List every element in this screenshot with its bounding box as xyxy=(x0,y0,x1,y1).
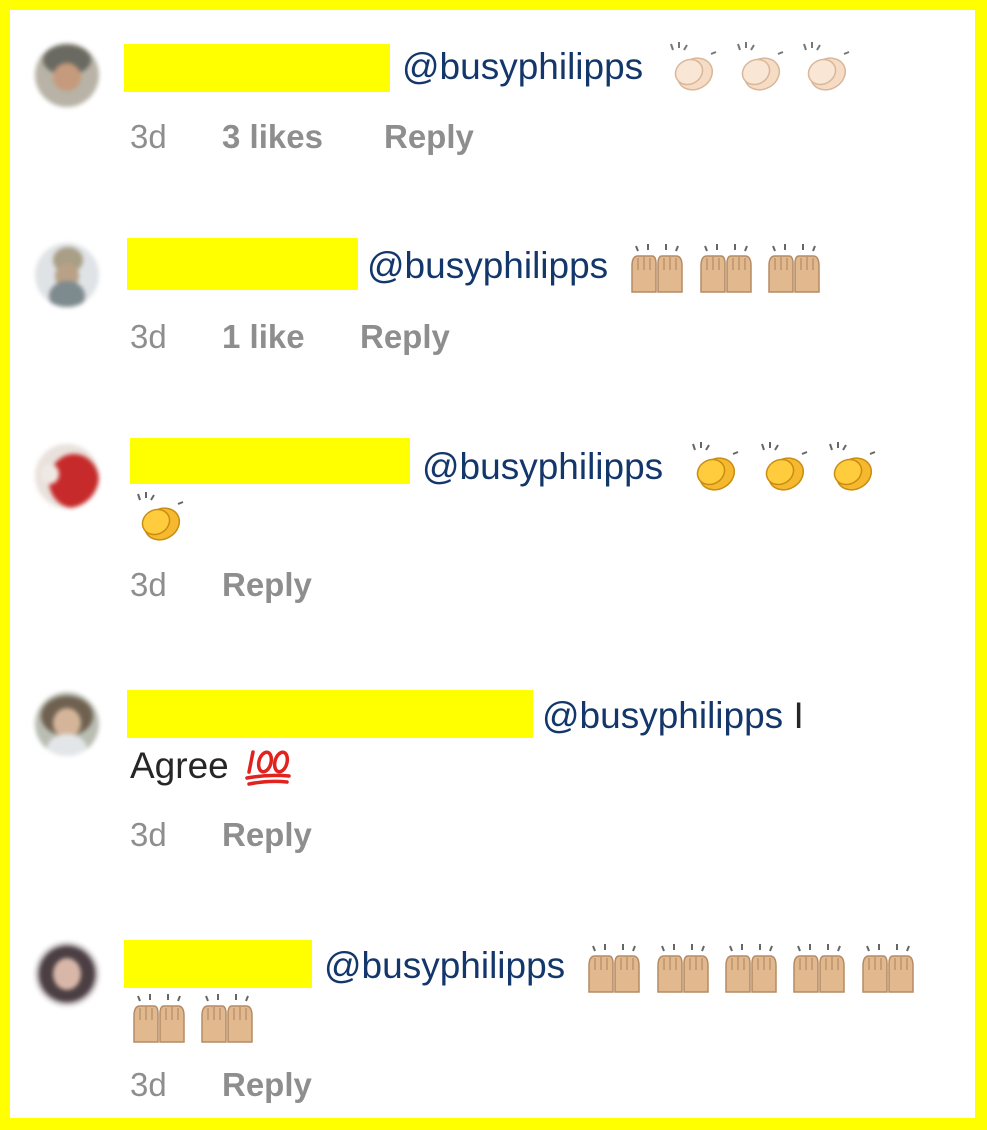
comment-word: Agree xyxy=(130,745,229,786)
clapping-hands-icon xyxy=(670,42,717,91)
emoji-group xyxy=(685,442,880,496)
emoji-group xyxy=(628,243,823,294)
clapping-hands-icon xyxy=(829,442,876,491)
username-redacted[interactable] xyxy=(127,690,533,738)
reply-button[interactable]: Reply xyxy=(384,118,474,156)
comment-word: I xyxy=(793,695,804,736)
timestamp: 3d xyxy=(130,566,167,603)
clapping-hands-icon xyxy=(137,492,184,541)
timestamp: 3d xyxy=(130,816,167,853)
mention-link[interactable]: @busyphilipps xyxy=(402,46,643,87)
timestamp: 3d xyxy=(130,1066,167,1103)
comment-text-continued: Agree xyxy=(130,742,293,790)
raising-hands-icon xyxy=(861,943,914,993)
clapping-hands-icon xyxy=(803,42,850,91)
avatar[interactable] xyxy=(35,243,99,307)
username-redacted[interactable] xyxy=(124,44,390,92)
reply-button[interactable]: Reply xyxy=(360,318,450,356)
clapping-hands-icon xyxy=(692,442,739,491)
clapping-hands-icon xyxy=(736,42,784,91)
username-redacted[interactable] xyxy=(127,238,358,290)
raising-hands-icon xyxy=(793,943,846,993)
avatar[interactable] xyxy=(35,43,99,107)
mention-link[interactable]: @busyphilipps xyxy=(367,245,608,286)
comment-text: @busyphilipps xyxy=(324,942,917,994)
raising-hands-icon xyxy=(700,243,752,293)
comment-text: @busyphilipps I xyxy=(542,692,804,740)
likes-count[interactable]: 1 like xyxy=(222,318,305,356)
raising-hands-icon xyxy=(768,243,820,293)
hundred-points-icon xyxy=(245,750,291,786)
username-redacted[interactable] xyxy=(130,438,410,484)
mention-link[interactable]: @busyphilipps xyxy=(542,695,783,736)
reply-button[interactable]: Reply xyxy=(222,1066,312,1104)
timestamp: 3d xyxy=(130,318,167,355)
emoji-group xyxy=(585,943,916,994)
clapping-hands-icon xyxy=(760,442,808,491)
avatar[interactable] xyxy=(35,942,99,1006)
raising-hands-icon xyxy=(657,943,709,993)
reply-button[interactable]: Reply xyxy=(222,816,312,854)
username-redacted[interactable] xyxy=(124,940,312,988)
emoji-group xyxy=(665,42,854,96)
comment-text: @busyphilipps xyxy=(367,242,823,294)
raising-hands-icon xyxy=(133,993,185,1043)
raising-hands-icon xyxy=(201,993,254,1043)
raising-hands-icon xyxy=(725,943,777,993)
reply-button[interactable]: Reply xyxy=(222,566,312,604)
timestamp: 3d xyxy=(130,118,167,155)
likes-count[interactable]: 3 likes xyxy=(222,118,323,156)
emoji-group xyxy=(130,993,256,1044)
comment-text-continued xyxy=(130,992,256,1044)
comment-list: @busyphilipps 3d 3 likes Reply @busyphil… xyxy=(10,10,975,1118)
raising-hands-icon xyxy=(588,943,641,993)
comment-text: @busyphilipps xyxy=(422,442,880,496)
mention-link[interactable]: @busyphilipps xyxy=(422,446,663,487)
comment-text: @busyphilipps xyxy=(402,42,854,96)
avatar[interactable] xyxy=(35,444,99,508)
comment-text-continued xyxy=(130,492,188,546)
avatar[interactable] xyxy=(35,692,99,756)
raising-hands-icon xyxy=(631,243,684,293)
mention-link[interactable]: @busyphilipps xyxy=(324,945,565,986)
